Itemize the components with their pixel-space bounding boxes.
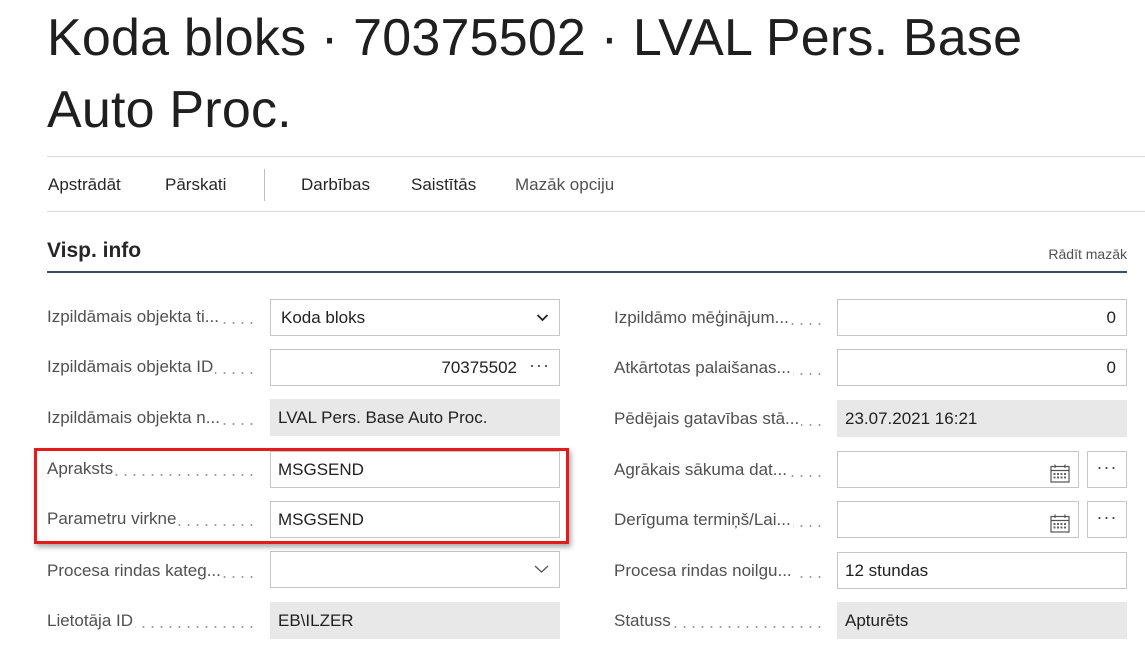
ellipsis-icon[interactable]: ··· [529, 348, 550, 383]
expiration-more-button[interactable]: ··· [1087, 501, 1127, 538]
expiration-field[interactable] [837, 501, 1079, 538]
action-related[interactable]: Saistītās [411, 175, 476, 195]
attempts-field[interactable]: 0 [837, 299, 1127, 336]
object-type-label: Izpildāmais objekta ti... [47, 307, 262, 331]
object-name-field: LVAL Pers. Base Auto Proc. [270, 399, 560, 436]
page-title: Koda bloks · 70375502 · LVAL Pers. Base … [47, 9, 1023, 139]
chevron-down-icon [536, 300, 549, 348]
user-id-label: Lietotāja ID [47, 611, 262, 635]
queue-timeout-label: Procesa rindas noilgu... [614, 561, 830, 585]
action-process[interactable]: Apstrādāt [48, 175, 121, 195]
status-field: Apturēts [837, 602, 1127, 639]
calendar-icon[interactable] [1050, 510, 1070, 533]
object-id-value: 70375502 [441, 358, 517, 377]
object-id-field[interactable]: 70375502 ··· [270, 349, 560, 386]
expiration-label: Derīguma termiņš/Lai... [614, 510, 830, 534]
queue-category-select[interactable] [270, 551, 560, 588]
earliest-start-field[interactable] [837, 451, 1079, 488]
last-ready-label: Pēdējais gatavības stā... [614, 409, 830, 433]
object-name-label: Izpildāmais objekta n... [47, 408, 262, 432]
rerun-field[interactable]: 0 [837, 349, 1127, 386]
last-ready-field: 23.07.2021 16:21 [837, 400, 1127, 437]
queue-timeout-field[interactable]: 12 stundas [837, 552, 1127, 589]
show-less-link[interactable]: Rādīt mazāk [1048, 246, 1127, 262]
object-type-select[interactable]: Koda bloks [270, 299, 560, 336]
status-label: Statuss [614, 611, 830, 635]
description-label: Apraksts [47, 459, 262, 483]
action-bar: Apstrādāt Pārskati Darbības Saistītās Ma… [47, 156, 1145, 212]
description-field[interactable]: MSGSEND [270, 451, 560, 488]
section-title[interactable]: Visp. info [47, 239, 141, 263]
chevron-down-icon [534, 552, 549, 600]
queue-category-label: Procesa rindas kateg... [47, 561, 262, 585]
section-divider [47, 271, 1127, 273]
calendar-icon[interactable] [1050, 460, 1070, 483]
ellipsis-icon: ··· [1096, 507, 1118, 527]
action-fewer-options[interactable]: Mazāk opciju [515, 175, 614, 195]
action-actions[interactable]: Darbības [301, 175, 370, 195]
earliest-start-more-button[interactable]: ··· [1087, 451, 1127, 488]
parameter-string-label: Parametru virkne [47, 509, 262, 533]
earliest-start-label: Agrākais sākuma dat... [614, 460, 830, 484]
action-separator [264, 169, 265, 201]
parameter-string-field[interactable]: MSGSEND [270, 501, 560, 538]
action-reports[interactable]: Pārskati [165, 175, 226, 195]
ellipsis-icon: ··· [1096, 457, 1118, 477]
attempts-label: Izpildāmo mēģinājum... [614, 308, 830, 332]
user-id-field: EB\ILZER [270, 602, 560, 639]
object-type-value: Koda bloks [281, 308, 366, 327]
object-id-label: Izpildāmais objekta ID [47, 357, 262, 381]
rerun-label: Atkārtotas palaišanas... [614, 358, 830, 382]
